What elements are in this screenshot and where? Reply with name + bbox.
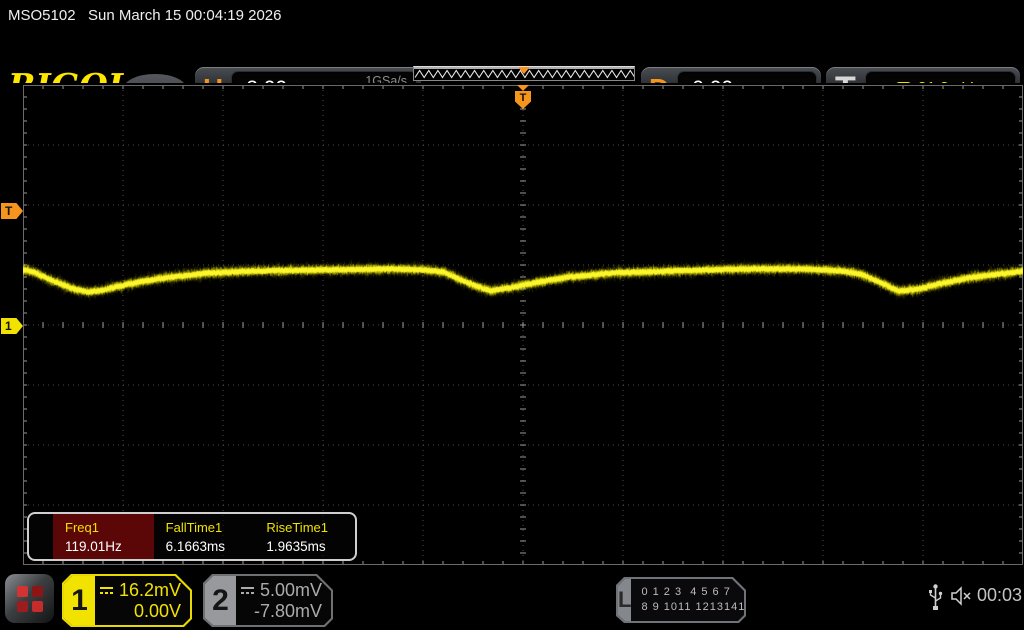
measurement-item-freq[interactable]: Freq1 119.01Hz: [53, 514, 154, 559]
uptime-clock: 00:03: [977, 585, 1023, 605]
channel1-waveform-trace: [23, 85, 1023, 565]
waveform-display-area: T T 1 Freq1 119.01Hz FallTime1 6.1663ms …: [0, 83, 1024, 567]
dc-coupling-icon: [99, 586, 114, 596]
trigger-position-arrow-icon: [517, 85, 529, 91]
bottom-status-bar: 1 16.2mV 0.00V 2 5.00mV -7.80mV L 0 1 2 …: [0, 567, 1024, 630]
logic-channels-row1: 0 1 2 3 4 5 6 7: [641, 586, 731, 598]
trigger-position-pointer-icon: [518, 67, 530, 74]
channel1-zero-marker[interactable]: 1: [1, 318, 23, 334]
dc-coupling-icon: [240, 586, 255, 596]
measurement-value: 6.1663ms: [165, 539, 225, 554]
usb-icon: [929, 584, 943, 610]
channel2-scale: 5.00mV: [259, 580, 322, 600]
measurement-results-panel: Freq1 119.01Hz FallTime1 6.1663ms RiseTi…: [27, 512, 357, 561]
waveform-preview-strip[interactable]: [413, 66, 636, 81]
measurement-item-falltime[interactable]: FallTime1 6.1663ms: [154, 514, 255, 559]
menu-grid-button[interactable]: [5, 574, 54, 623]
header-bar: RIGOL STOP H 2.00ms 1GSa/s 20Mpts Measur…: [0, 30, 1024, 110]
measurement-label: FallTime1: [165, 520, 223, 535]
channel1-number: 1: [64, 576, 95, 625]
datetime: Sun March 15 00:04:19 2026: [88, 7, 282, 24]
measurement-value: 119.01Hz: [65, 539, 122, 554]
speaker-muted-icon: [951, 586, 971, 606]
trigger-level-marker[interactable]: T: [1, 203, 23, 219]
model-name: MSO5102: [8, 7, 76, 24]
channel2-number: 2: [205, 576, 236, 625]
logic-channels-badge[interactable]: L 0 1 2 3 4 5 6 7 8 9 1011 12131415: [616, 577, 746, 623]
channel1-scale: 16.2mV: [118, 580, 181, 600]
measurement-item-risetime[interactable]: RiseTime1 1.9635ms: [254, 514, 355, 559]
measurement-label: RiseTime1: [266, 520, 328, 535]
logic-channels-row2: 8 9 1011 12131415: [641, 601, 753, 613]
channel1-badge[interactable]: 1 16.2mV 0.00V: [62, 574, 192, 627]
oscilloscope-screen: MSO5102 Sun March 15 00:04:19 2026 RIGOL…: [0, 0, 1024, 630]
channel2-badge[interactable]: 2 5.00mV -7.80mV: [203, 574, 333, 627]
channel1-offset: 0.00V: [133, 601, 181, 621]
measurement-label: Freq1: [65, 520, 99, 535]
measurement-value: 1.9635ms: [266, 539, 326, 554]
grid-menu-icon: [16, 585, 43, 612]
logic-label: L: [618, 579, 631, 621]
top-status-bar: MSO5102 Sun March 15 00:04:19 2026: [0, 0, 1024, 30]
trigger-position-label: T: [515, 91, 531, 109]
channel2-offset: -7.80mV: [253, 601, 322, 621]
trigger-position-marker[interactable]: T: [515, 85, 531, 109]
